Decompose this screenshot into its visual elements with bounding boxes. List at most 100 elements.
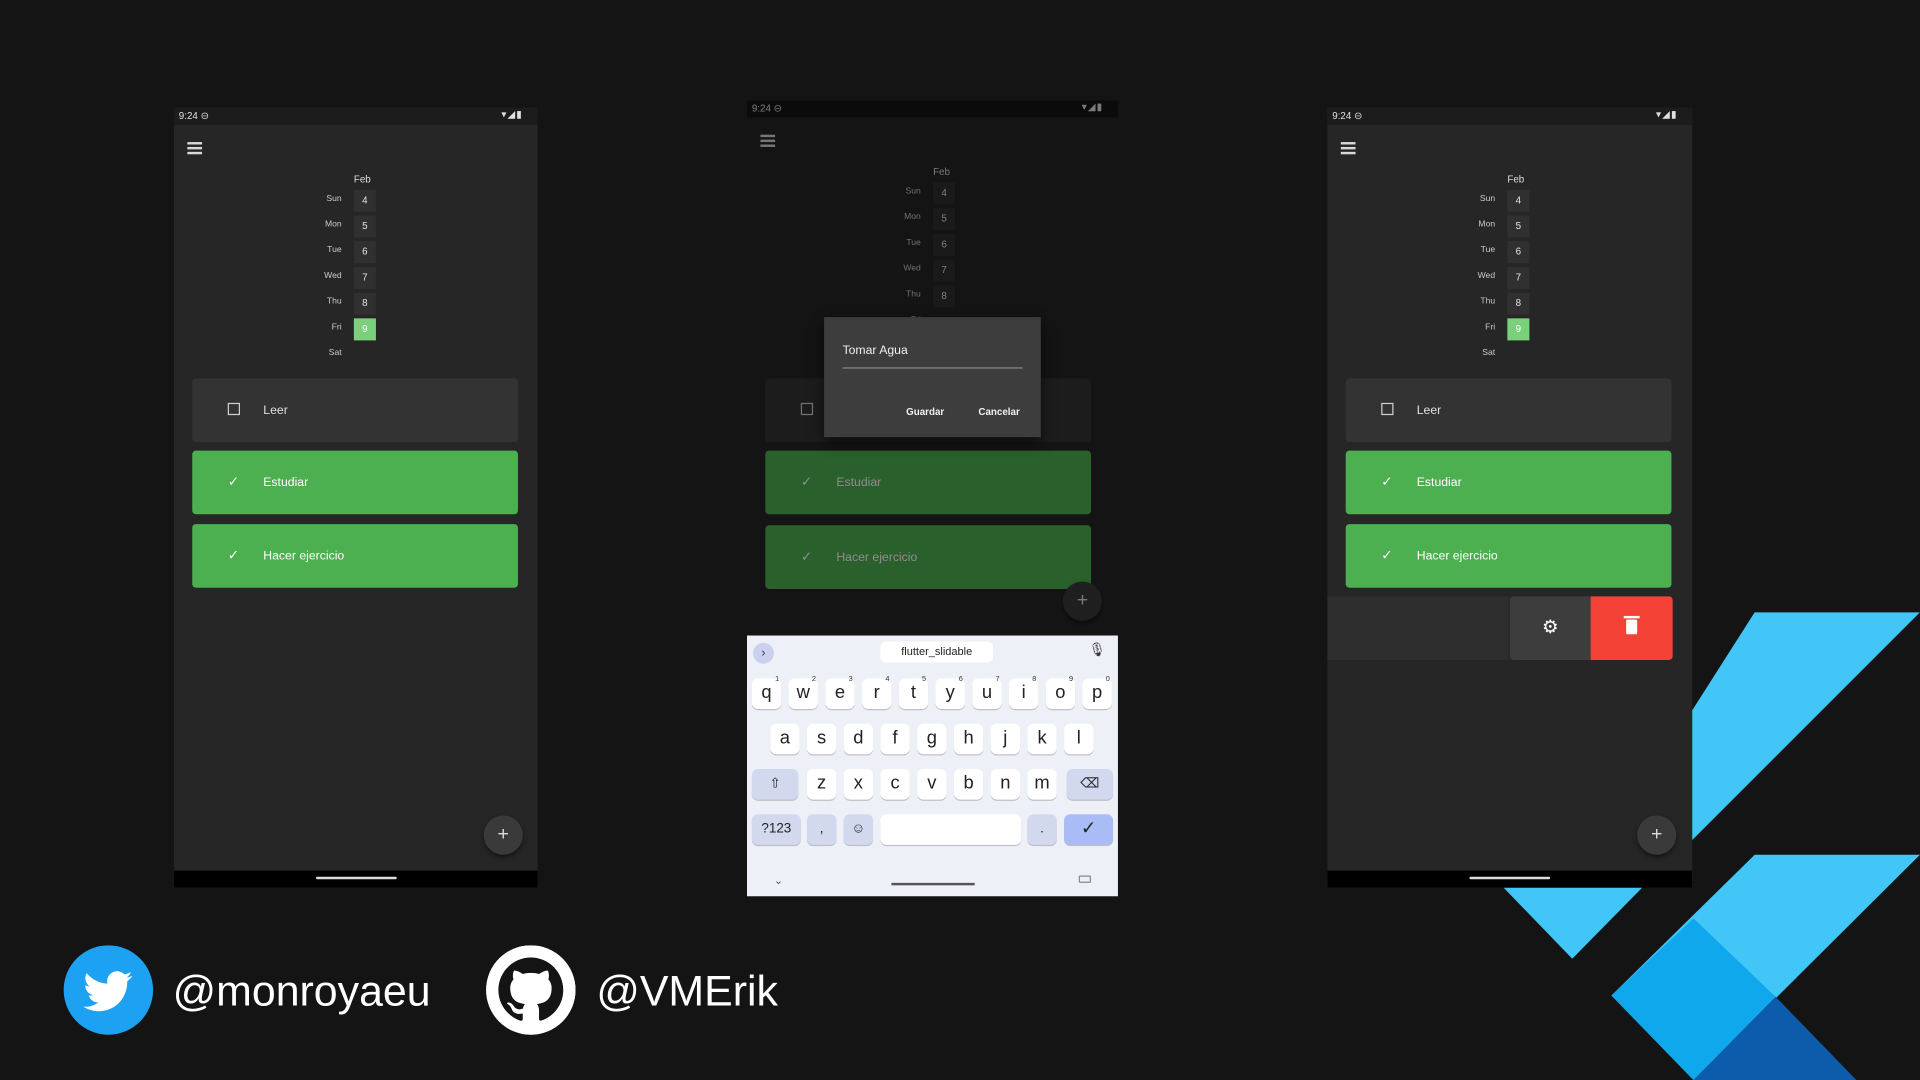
symbols-key[interactable]: ?123 bbox=[751, 814, 801, 845]
key-a[interactable]: a bbox=[770, 723, 800, 755]
flutter-logo bbox=[1503, 612, 1920, 1080]
key-digit-hint: 3 bbox=[848, 675, 853, 684]
key-z[interactable]: z bbox=[806, 768, 837, 800]
status-time: 9:24 bbox=[179, 110, 209, 121]
task-label: Hacer ejercicio bbox=[263, 549, 345, 564]
task-label: Estudiar bbox=[1416, 476, 1462, 490]
calendar-date[interactable]: 4 bbox=[1507, 189, 1530, 212]
key-g[interactable]: g bbox=[917, 723, 947, 755]
key-s[interactable]: s bbox=[806, 723, 837, 755]
cancel-button[interactable]: Cancelar bbox=[978, 407, 1019, 418]
twitter-bird-icon bbox=[63, 945, 154, 1035]
save-button[interactable]: Guardar bbox=[906, 407, 944, 418]
calendar-date[interactable]: 6 bbox=[1507, 241, 1530, 264]
calendar-date[interactable]: 7 bbox=[353, 266, 376, 289]
key-digit-hint: 0 bbox=[1105, 675, 1110, 684]
home-indicator[interactable] bbox=[890, 882, 975, 886]
signal-battery-icons: ▾◢▮ bbox=[501, 108, 523, 121]
comma-key[interactable]: , bbox=[806, 814, 837, 845]
menu-icon[interactable] bbox=[1340, 142, 1356, 154]
calendar-month: Feb bbox=[1507, 173, 1525, 185]
key-b[interactable]: b bbox=[953, 768, 984, 800]
key-v[interactable]: v bbox=[917, 768, 947, 800]
key-m[interactable]: m bbox=[1027, 768, 1057, 800]
key-x[interactable]: x bbox=[843, 768, 874, 800]
task-label: Estudiar bbox=[263, 476, 309, 490]
phone-screen-dialog: 9:24 ▾◢▮ FebSun4Mon5Tue6Wed7Thu8Fri9Sat … bbox=[746, 100, 1118, 897]
calendar-date[interactable]: 9 bbox=[353, 318, 376, 341]
checkbox-unchecked-icon[interactable] bbox=[227, 402, 241, 416]
add-task-button[interactable]: + bbox=[483, 815, 523, 855]
key-digit-hint: 8 bbox=[1032, 675, 1037, 684]
key-l[interactable]: l bbox=[1064, 723, 1094, 755]
chevron-right-icon[interactable]: › bbox=[753, 642, 774, 664]
emoji-icon[interactable]: ☺ bbox=[843, 814, 874, 845]
calendar-month: Feb bbox=[353, 173, 371, 185]
key-c[interactable]: c bbox=[880, 768, 910, 800]
calendar-date[interactable]: 4 bbox=[353, 189, 376, 212]
key-digit-hint: 2 bbox=[811, 675, 816, 684]
calendar-day-name: Sun bbox=[1479, 194, 1496, 204]
key-digit-hint: 9 bbox=[1068, 675, 1074, 684]
key-f[interactable]: f bbox=[880, 723, 910, 755]
calendar-day-name: Thu bbox=[1480, 297, 1496, 307]
key-h[interactable]: h bbox=[953, 723, 984, 755]
calendar-day-name: Tue bbox=[327, 246, 342, 255]
calendar-day-name: Mon bbox=[1478, 220, 1496, 229]
clipboard-suggestion[interactable]: flutter_slidable bbox=[880, 641, 994, 663]
calendar-date[interactable]: 9 bbox=[1507, 318, 1530, 341]
calendar-day-name: Fri bbox=[331, 323, 342, 332]
calendar-day-name: Sat bbox=[328, 348, 342, 358]
status-time: 9:24 bbox=[1332, 110, 1362, 121]
keyboard-toolbar: › flutter_slidable 🎙 bbox=[747, 636, 1118, 670]
calendar-date[interactable]: 8 bbox=[1507, 292, 1530, 315]
calendar-day-name: Sun bbox=[326, 194, 342, 204]
check-icon[interactable]: ✓ bbox=[228, 474, 239, 490]
check-icon[interactable]: ✓ bbox=[228, 547, 239, 564]
task-label: Leer bbox=[1416, 404, 1442, 418]
slid-task-item[interactable] bbox=[1327, 596, 1509, 661]
microphone-icon[interactable]: 🎙 bbox=[1089, 642, 1106, 658]
calendar-date[interactable]: 6 bbox=[353, 241, 376, 264]
calendar-day-name: Tue bbox=[1480, 246, 1496, 255]
done-check-key[interactable]: ✓ bbox=[1064, 814, 1114, 845]
calendar-date[interactable]: 5 bbox=[353, 215, 376, 238]
menu-icon[interactable] bbox=[187, 142, 203, 154]
calendar-date[interactable]: 5 bbox=[1507, 215, 1530, 238]
backspace-key[interactable]: ⌫ bbox=[1066, 768, 1114, 800]
home-indicator[interactable] bbox=[315, 876, 397, 880]
task-item-estudiar[interactable]: ✓ Estudiar bbox=[192, 450, 518, 515]
soft-keyboard: › flutter_slidable 🎙 q1w2e3r4t5y6u7i8o9p… bbox=[746, 635, 1118, 897]
task-item-hacer-ejercicio[interactable]: ✓ Hacer ejercicio bbox=[192, 524, 518, 588]
key-j[interactable]: j bbox=[990, 723, 1021, 755]
check-icon[interactable]: ✓ bbox=[1381, 547, 1392, 564]
key-n[interactable]: n bbox=[990, 768, 1021, 800]
signal-battery-icons: ▾◢▮ bbox=[1656, 108, 1678, 121]
key-k[interactable]: k bbox=[1027, 723, 1057, 755]
calendar-day-name: Wed bbox=[1477, 271, 1496, 281]
key-digit-hint: 7 bbox=[995, 675, 1000, 684]
calendar-date[interactable]: 7 bbox=[1507, 266, 1530, 289]
shift-key[interactable]: ⇧ bbox=[751, 768, 799, 800]
presentation-slide: 9:24 ▾◢▮ FebSun4Mon5Tue6Wed7Thu8Fri9Sat … bbox=[0, 0, 1920, 1080]
task-name-input[interactable]: Tomar Agua bbox=[842, 344, 907, 357]
space-key[interactable] bbox=[880, 814, 1022, 845]
key-digit-hint: 6 bbox=[958, 675, 963, 684]
keyboard-switch-icon[interactable] bbox=[1078, 875, 1092, 883]
chevron-down-icon[interactable]: ⌄ bbox=[774, 874, 783, 887]
calendar-day-name: Mon bbox=[324, 220, 342, 229]
task-item-hacer-ejercicio[interactable]: ✓ Hacer ejercicio bbox=[1345, 524, 1672, 588]
twitter-handle: @monroyaeu bbox=[172, 967, 431, 1016]
task-item-estudiar[interactable]: ✓ Estudiar bbox=[1345, 450, 1672, 515]
key-digit-hint: 4 bbox=[885, 675, 890, 684]
period-key[interactable]: . bbox=[1027, 814, 1057, 845]
check-icon[interactable]: ✓ bbox=[1381, 474, 1392, 490]
task-item-leer[interactable]: Leer bbox=[192, 378, 518, 443]
key-d[interactable]: d bbox=[843, 723, 874, 755]
calendar-day-name: Sat bbox=[1482, 348, 1496, 358]
key-digit-hint: 1 bbox=[775, 675, 780, 684]
calendar-date[interactable]: 8 bbox=[353, 292, 376, 315]
nav-bar bbox=[173, 870, 538, 888]
task-item-leer[interactable]: Leer bbox=[1345, 378, 1672, 443]
checkbox-unchecked-icon[interactable] bbox=[1381, 402, 1394, 416]
